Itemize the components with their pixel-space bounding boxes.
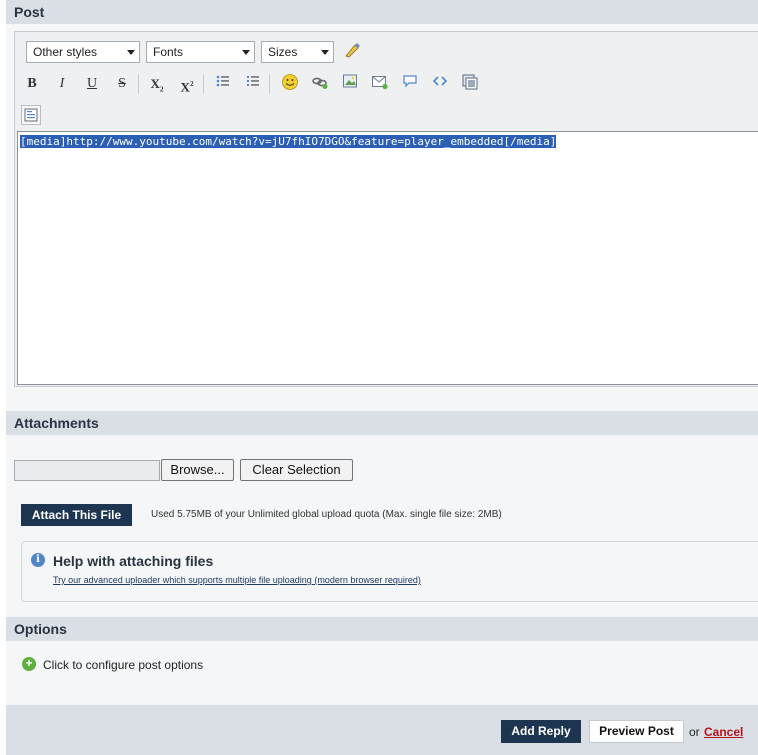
switch-editor-mode-icon[interactable]	[21, 105, 41, 125]
code-icon[interactable]	[429, 73, 451, 95]
fonts-select-value: Fonts	[153, 45, 184, 59]
expand-plus-icon[interactable]: +	[22, 657, 36, 671]
upload-quota-text: Used 5.75MB of your Unlimited global upl…	[151, 509, 502, 520]
chevron-down-icon	[127, 50, 135, 55]
options-section-title: Options	[6, 617, 758, 641]
subscript-label: X	[150, 76, 160, 91]
link-icon[interactable]	[309, 73, 331, 95]
help-title: Help with attaching files	[53, 553, 214, 569]
chevron-down-icon	[242, 50, 250, 55]
strikethrough-button[interactable]: S	[111, 73, 133, 95]
smiley-icon[interactable]	[279, 73, 301, 95]
subscript-button[interactable]: X2	[146, 73, 168, 95]
sizes-select[interactable]: Sizes	[261, 41, 334, 63]
underline-button[interactable]: U	[81, 73, 103, 95]
superscript-label: X	[180, 79, 190, 95]
attach-file-button[interactable]: Attach This File	[21, 504, 132, 526]
browse-button[interactable]: Browse...	[161, 459, 234, 481]
fonts-select[interactable]: Fonts	[146, 41, 255, 63]
italic-button[interactable]: I	[51, 73, 73, 95]
media-icon[interactable]	[459, 73, 481, 95]
toolbar-divider	[138, 74, 139, 94]
clear-selection-button[interactable]: Clear Selection	[240, 459, 353, 481]
chevron-down-icon	[321, 50, 329, 55]
message-textarea[interactable]: [media]http://www.youtube.com/watch?v=jU…	[17, 131, 758, 385]
advanced-uploader-link[interactable]: Try our advanced uploader which supports…	[53, 575, 421, 585]
superscript-button[interactable]: X2	[176, 73, 198, 95]
info-icon: i	[31, 553, 45, 567]
numbered-list-icon[interactable]	[242, 73, 264, 95]
file-path-input[interactable]	[14, 460, 160, 481]
quote-icon[interactable]	[399, 73, 421, 95]
cancel-link[interactable]: Cancel	[704, 725, 743, 739]
styles-select[interactable]: Other styles	[26, 41, 140, 63]
preview-post-button[interactable]: Preview Post	[589, 720, 684, 743]
attachments-section-title: Attachments	[6, 411, 758, 435]
email-link-icon[interactable]	[369, 73, 391, 95]
configure-options-link[interactable]: Click to configure post options	[43, 658, 203, 672]
styles-select-value: Other styles	[33, 45, 98, 59]
post-section-title: Post	[6, 0, 758, 24]
selected-message-text: [media]http://www.youtube.com/watch?v=jU…	[20, 135, 557, 148]
or-text: or	[689, 725, 700, 739]
editor: Other styles Fonts Sizes B I U S X2 X2 […	[14, 31, 758, 387]
bold-button[interactable]: B	[21, 73, 43, 95]
remove-format-icon[interactable]	[341, 41, 363, 63]
image-icon[interactable]	[339, 73, 361, 95]
attachment-help-box: i Help with attaching files Try our adva…	[21, 541, 758, 602]
toolbar-divider	[269, 74, 270, 94]
add-reply-button[interactable]: Add Reply	[501, 720, 581, 743]
sizes-select-value: Sizes	[268, 45, 298, 59]
toolbar-divider	[203, 74, 204, 94]
bullet-list-icon[interactable]	[212, 73, 234, 95]
